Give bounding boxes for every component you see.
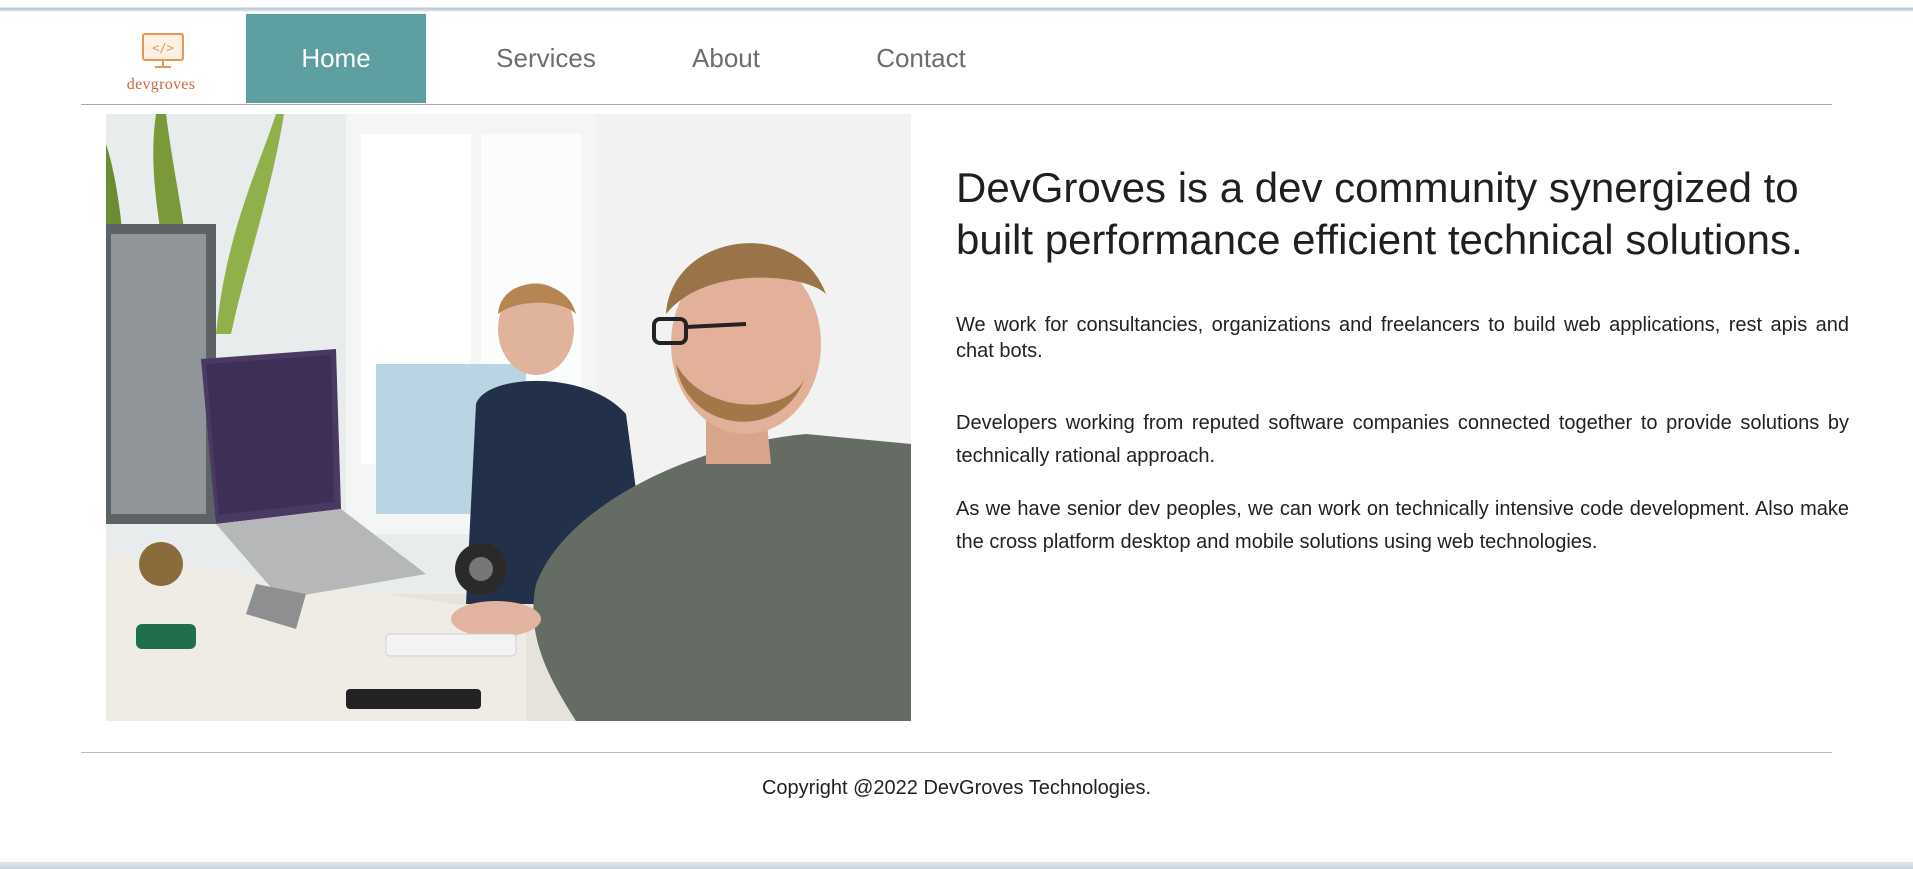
nav-home[interactable]: Home	[246, 14, 426, 103]
logo[interactable]: </> devgroves	[111, 24, 206, 94]
developers-paragraph: Developers working from reputed software…	[956, 412, 1849, 467]
logo-wordmark: devgroves	[126, 76, 196, 93]
window-bottom-border	[0, 862, 1913, 869]
copyright-text: Copyright @2022 DevGroves Technologies.	[761, 777, 1152, 799]
window-top-border	[0, 0, 1913, 12]
code-monitor-icon: </>	[142, 33, 184, 68]
hero-title: DevGroves is a dev community synergized …	[956, 164, 1803, 263]
capabilities-paragraph: As we have senior dev peoples, we can wo…	[956, 498, 1849, 553]
footer-divider	[81, 752, 1832, 753]
nav-about[interactable]: About	[666, 14, 786, 103]
nav-contact[interactable]: Contact	[851, 14, 991, 103]
logo-glyph: </>	[152, 41, 174, 55]
hero-image	[106, 114, 911, 721]
intro-paragraph: We work for consultancies, organizations…	[956, 314, 1849, 362]
navbar: </> devgroves Home Services About Contac…	[81, 14, 1832, 105]
nav-services[interactable]: Services	[466, 14, 626, 103]
developers-at-desk-illustration	[106, 114, 911, 721]
